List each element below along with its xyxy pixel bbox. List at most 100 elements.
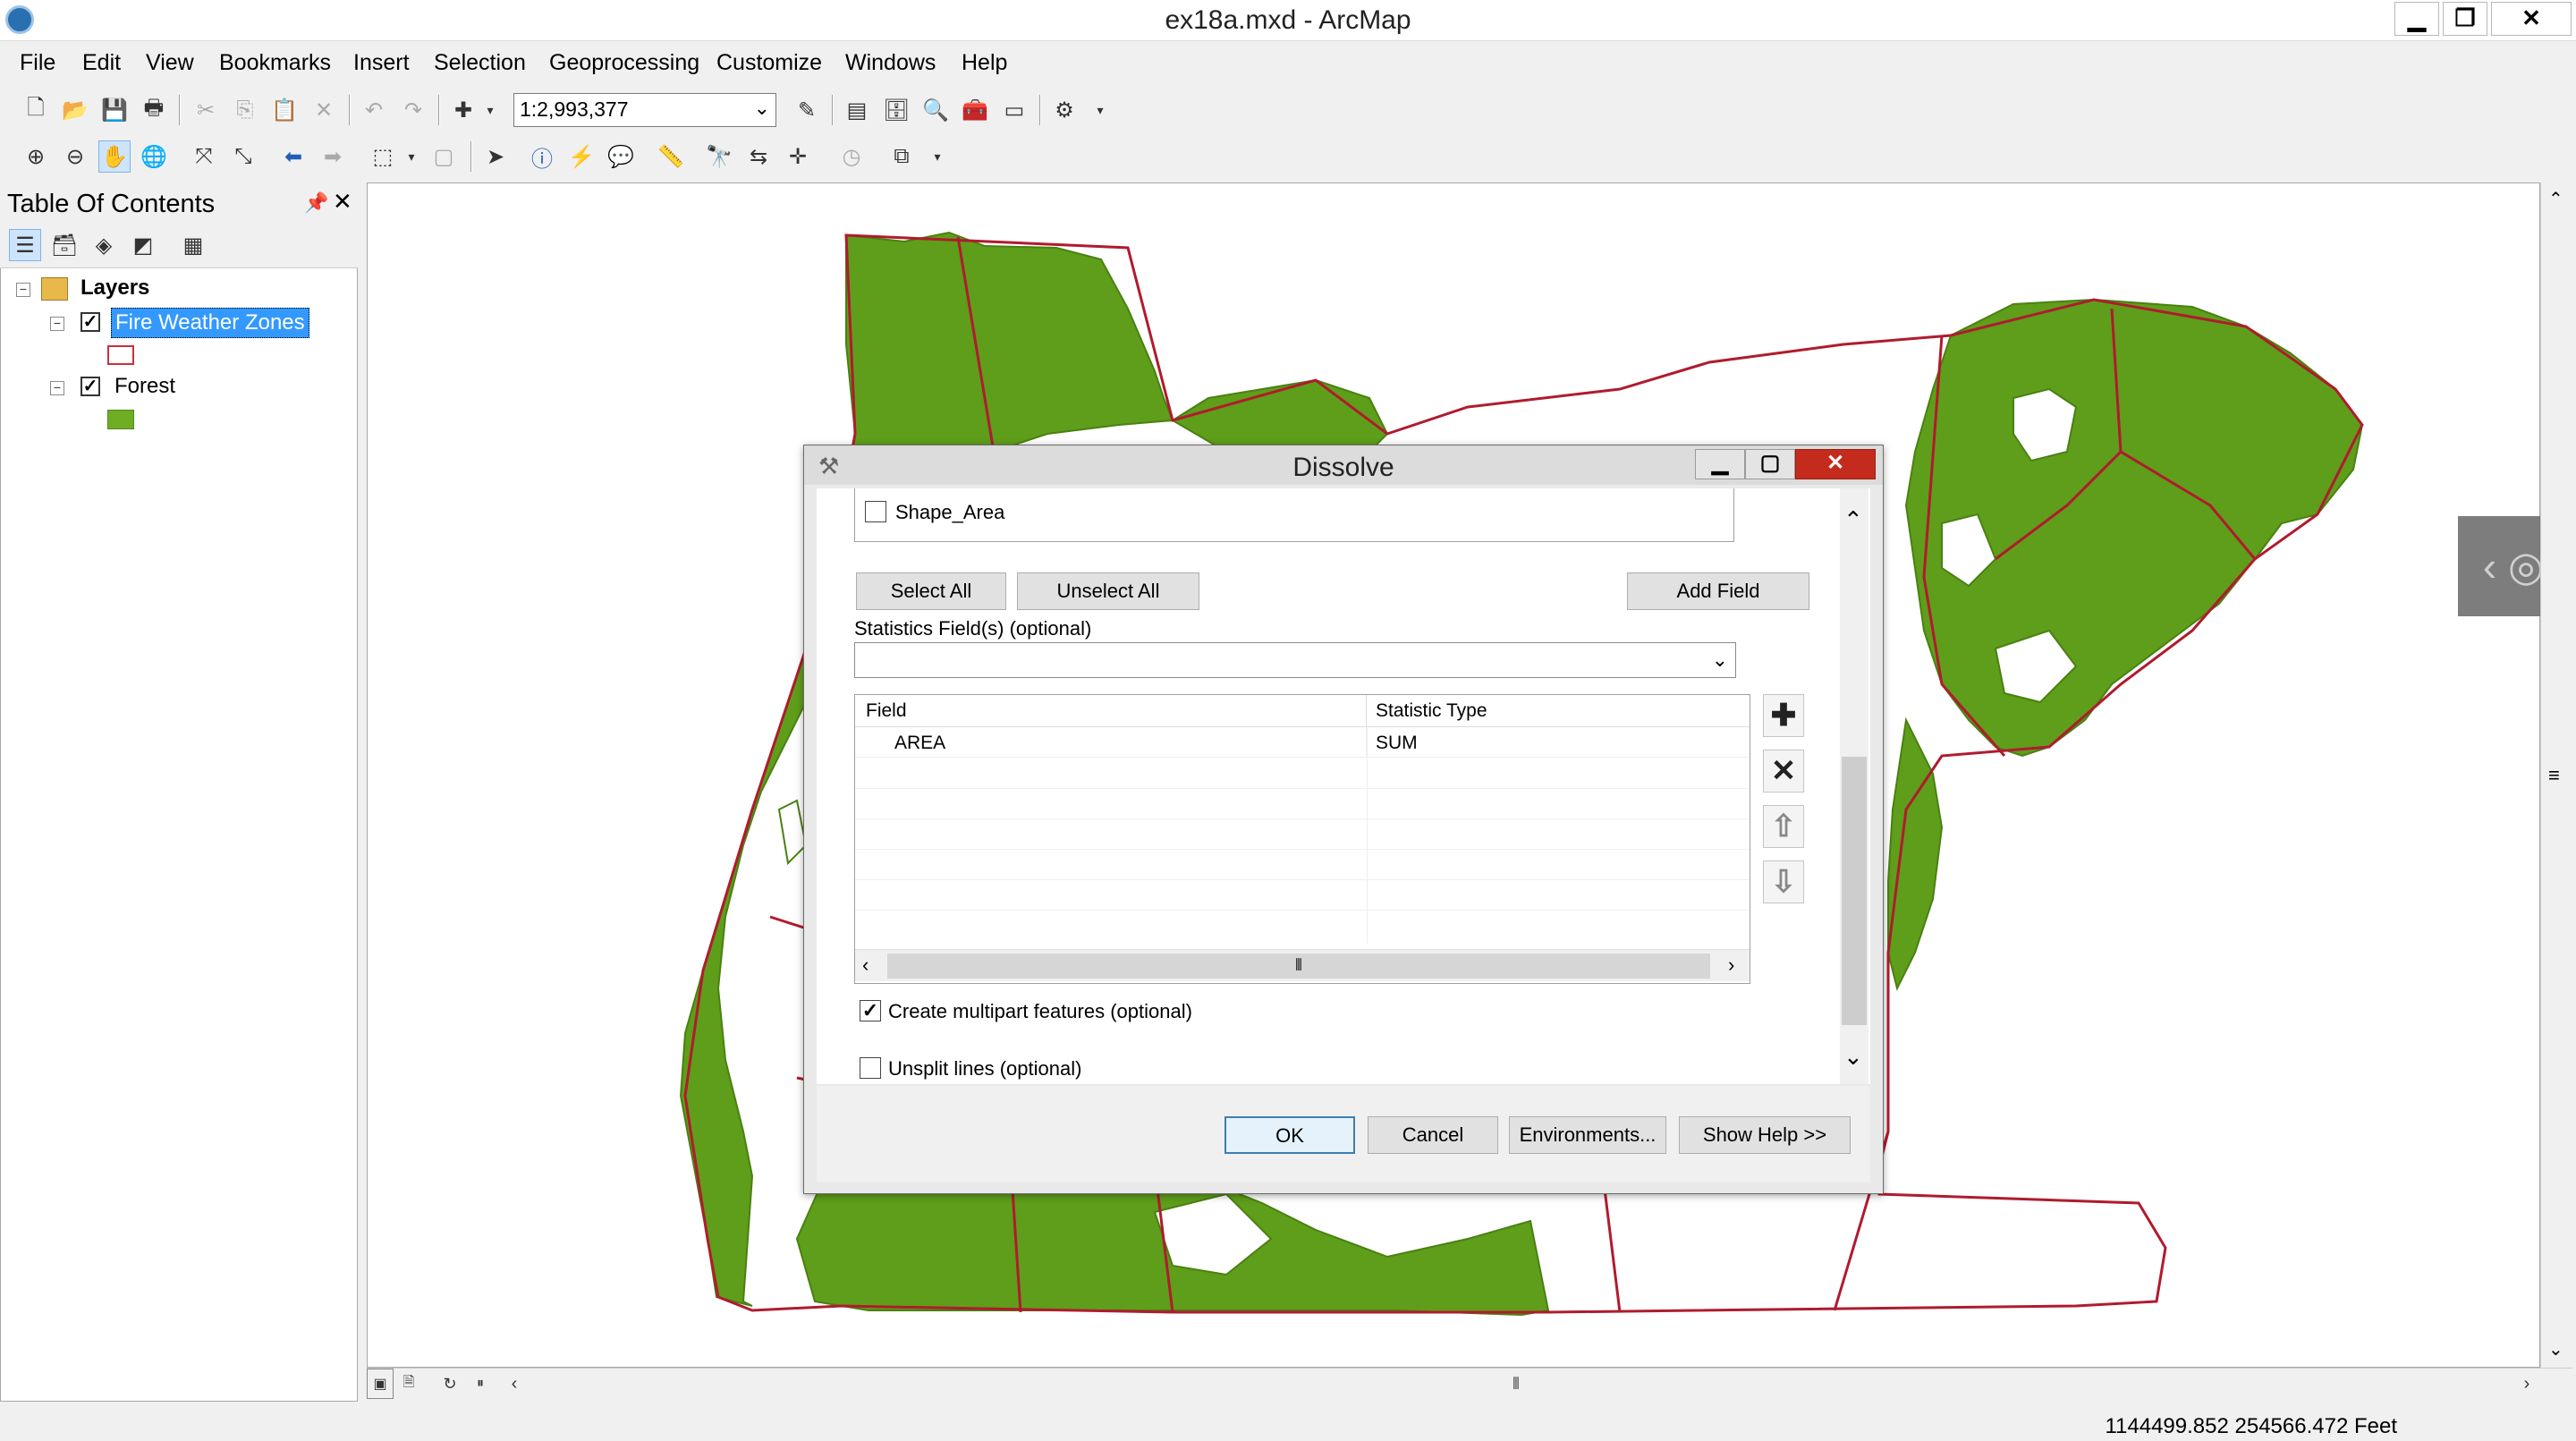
html-popup-icon[interactable]: 💬	[605, 140, 637, 173]
full-extent-icon[interactable]: 🌐	[138, 140, 170, 173]
scroll-right-icon[interactable]: ›	[1728, 954, 1734, 977]
table-of-contents-icon[interactable]: ▤	[841, 94, 873, 126]
forest-visibility-checkbox[interactable]: ✓	[80, 377, 100, 396]
find-route-icon[interactable]: ⇆	[742, 140, 775, 173]
layer-forest[interactable]: Forest	[114, 374, 175, 399]
list-by-drawing-order-icon[interactable]: ☰	[9, 229, 41, 261]
scroll-down-icon[interactable]: ⌄	[1843, 1043, 1863, 1071]
catalog-icon[interactable]: 🗄	[880, 94, 912, 126]
copy-icon[interactable]: ⎘	[229, 94, 261, 126]
editor-toolbar-icon[interactable]: ✎	[791, 94, 823, 126]
list-by-source-icon[interactable]: 🗃	[48, 229, 80, 261]
add-data-dropdown-icon[interactable]: ▾	[474, 94, 506, 126]
hscroll-grip-icon[interactable]: ⦀	[1503, 1369, 1530, 1399]
map-horizontal-scrollbar[interactable]: ▣ 🗎 ↻ ⏸ ‹ ⦀ ›	[367, 1368, 2572, 1402]
save-icon[interactable]: 💾	[98, 94, 131, 126]
fire-zones-symbol[interactable]	[107, 345, 134, 365]
dialog-maximize-button[interactable]: ▢	[1745, 449, 1795, 479]
delete-row-button[interactable]: ✕	[1763, 750, 1804, 793]
scroll-grip-icon[interactable]: ≡	[2548, 764, 2560, 787]
layout-view-icon[interactable]: ▣	[367, 1369, 394, 1399]
hyperlink-icon[interactable]: ⚡	[565, 140, 597, 173]
column-header-field[interactable]: Field	[855, 695, 1367, 727]
undo-icon[interactable]: ↶	[358, 94, 390, 126]
minimize-button[interactable]: ▁	[2394, 2, 2439, 36]
table-scroll-thumb[interactable]: ⦀	[887, 954, 1710, 979]
dialog-scroll-thumb[interactable]	[1842, 757, 1867, 1025]
search-window-icon[interactable]: 🔍	[919, 94, 952, 126]
delete-icon[interactable]: ✕	[308, 94, 340, 126]
dialog-close-button[interactable]: ✕	[1795, 449, 1876, 479]
collapse-fire-zones-icon[interactable]: −	[50, 317, 64, 331]
menu-help[interactable]: Help	[962, 50, 1007, 76]
create-viewer-window-icon[interactable]: ⧉	[886, 140, 918, 173]
forward-extent-icon[interactable]: ➡	[317, 140, 349, 173]
toc-options-icon[interactable]: ▦	[177, 229, 209, 261]
environments-button[interactable]: Environments...	[1509, 1116, 1666, 1154]
scroll-up-icon[interactable]: ⌃	[1843, 506, 1863, 534]
identify-icon[interactable]: ⓘ	[526, 140, 558, 173]
select-all-button[interactable]: Select All	[856, 572, 1006, 610]
measure-icon[interactable]: 📏	[655, 140, 687, 173]
multipart-checkbox[interactable]: ✓	[860, 1000, 881, 1021]
map-vertical-scrollbar[interactable]: ⌃ ≡ ⌄	[2540, 182, 2572, 1368]
zoom-in-icon[interactable]: ⊕	[20, 140, 52, 173]
collapse-forest-icon[interactable]: −	[50, 381, 64, 395]
scroll-up-icon[interactable]: ⌃	[2548, 188, 2563, 210]
time-slider-icon[interactable]: ◷	[835, 140, 868, 173]
shape-area-checkbox[interactable]	[865, 501, 886, 522]
scroll-left-icon[interactable]: ‹	[501, 1369, 528, 1399]
show-help-button[interactable]: Show Help >>	[1679, 1116, 1851, 1154]
menu-windows[interactable]: Windows	[845, 50, 936, 76]
scroll-down-icon[interactable]: ⌄	[2548, 1338, 2563, 1360]
close-icon[interactable]: ✕	[333, 188, 352, 216]
python-window-icon[interactable]: ▭	[998, 94, 1030, 126]
menu-selection[interactable]: Selection	[434, 50, 526, 76]
unsplit-lines-checkbox[interactable]	[860, 1057, 881, 1079]
dialog-minimize-button[interactable]: ▁	[1695, 449, 1745, 479]
paste-icon[interactable]: 📋	[268, 94, 301, 126]
scroll-left-icon[interactable]: ‹	[862, 954, 869, 977]
print-icon[interactable]: 🖶	[138, 94, 170, 126]
table-cell-statistic[interactable]: SUM	[1367, 727, 1750, 758]
menu-bookmarks[interactable]: Bookmarks	[219, 50, 331, 76]
map-scale-combobox[interactable]: 1:2,993,377 ⌄	[513, 93, 776, 127]
table-cell-field[interactable]: AREA	[855, 727, 1367, 758]
menu-geoprocessing[interactable]: Geoprocessing	[549, 50, 699, 76]
pan-icon[interactable]: ✋	[98, 140, 131, 173]
fixed-zoom-in-icon[interactable]: ⤧	[188, 140, 220, 173]
list-by-selection-icon[interactable]: ◩	[127, 229, 159, 261]
statistics-table[interactable]: Field Statistic Type AREA SUM ‹ ⦀ ›	[854, 694, 1750, 984]
dialog-vertical-scrollbar[interactable]: ⌃ ⌄	[1840, 488, 1868, 1084]
move-down-button[interactable]: ⇩	[1763, 860, 1804, 903]
scroll-right-icon[interactable]: ›	[2513, 1369, 2540, 1399]
menu-customize[interactable]: Customize	[716, 50, 822, 76]
zoom-out-icon[interactable]: ⊖	[59, 140, 91, 173]
find-icon[interactable]: 🔭	[703, 140, 735, 173]
unselect-all-button[interactable]: Unselect All	[1017, 572, 1199, 610]
clear-selection-icon[interactable]: ▢	[428, 140, 460, 173]
cancel-button[interactable]: Cancel	[1368, 1116, 1498, 1154]
modelbuilder-icon[interactable]: ⚙	[1048, 94, 1080, 126]
toolbar-options-icon[interactable]: ▾	[1084, 94, 1116, 126]
pin-icon[interactable]: 📌	[304, 191, 328, 215]
column-header-statistic-type[interactable]: Statistic Type	[1367, 695, 1750, 727]
move-up-button[interactable]: ⇧	[1763, 805, 1804, 848]
list-by-visibility-icon[interactable]: ◈	[88, 229, 120, 261]
select-features-icon[interactable]: ⬚	[367, 140, 399, 173]
arctoolbox-icon[interactable]: 🧰	[959, 94, 991, 126]
maximize-button[interactable]: ❐	[2443, 2, 2487, 36]
tools-options-icon[interactable]: ▾	[921, 140, 953, 173]
back-extent-icon[interactable]: ⬅	[277, 140, 309, 173]
layer-fire-weather-zones[interactable]: Fire Weather Zones	[111, 308, 309, 338]
close-button[interactable]: ✕	[2491, 2, 2572, 36]
select-dropdown-icon[interactable]: ▾	[395, 140, 428, 173]
add-row-button[interactable]: ✚	[1763, 694, 1804, 737]
ok-button[interactable]: OK	[1224, 1116, 1355, 1154]
statistics-field-dropdown[interactable]: ⌄	[854, 642, 1736, 678]
select-elements-icon[interactable]: ➤	[479, 140, 512, 173]
menu-insert[interactable]: Insert	[353, 50, 410, 76]
pause-drawing-icon[interactable]: ⏸	[467, 1369, 494, 1399]
add-field-button[interactable]: Add Field	[1627, 572, 1809, 610]
menu-view[interactable]: View	[146, 50, 194, 76]
